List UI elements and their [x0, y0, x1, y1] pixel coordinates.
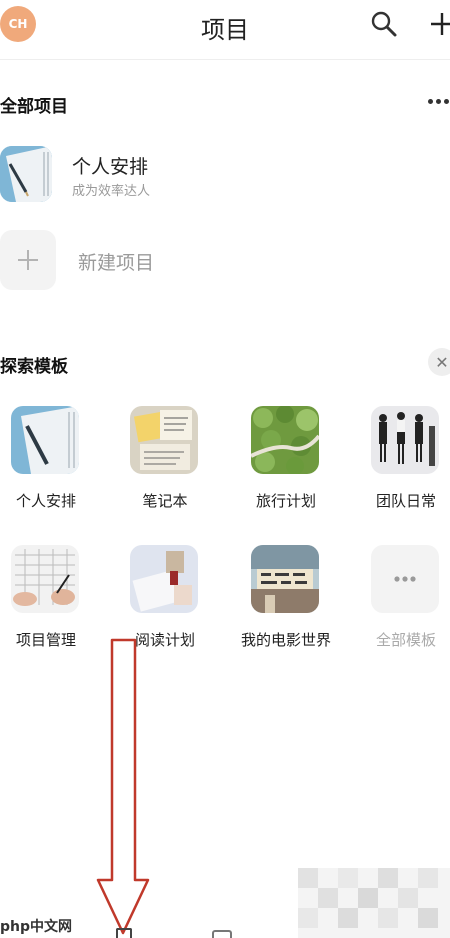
new-project-button[interactable]: 新建项目 — [0, 230, 450, 290]
book-image — [130, 545, 198, 613]
calendar-hands-image — [11, 545, 79, 613]
all-templates-button[interactable]: 全部模板 — [356, 545, 450, 665]
add-project-button[interactable] — [430, 8, 450, 38]
template-item[interactable]: 个人安排 — [0, 406, 96, 526]
template-item[interactable]: 项目管理 — [0, 545, 96, 665]
project-subtitle: 成为效率达人 — [72, 184, 151, 199]
blurred-area — [298, 868, 450, 938]
cinema-image — [251, 545, 319, 613]
project-item-personal[interactable]: 个人安排 成为效率达人 — [0, 146, 450, 204]
sticky-notes-image — [130, 406, 198, 474]
plus-icon — [0, 230, 56, 290]
template-label: 我的电影世界 — [240, 631, 331, 649]
more-icon — [371, 545, 439, 613]
tab-projects-icon[interactable] — [116, 928, 132, 938]
notebook-pen-image — [0, 146, 52, 202]
template-label: 全部模板 — [375, 631, 436, 649]
new-project-label: 新建项目 — [78, 252, 155, 274]
template-item[interactable]: 阅读计划 — [115, 545, 215, 665]
template-item[interactable]: 团队日常 — [356, 406, 450, 526]
more-icon[interactable] — [428, 96, 450, 106]
project-name: 个人安排 — [72, 156, 149, 178]
tab-folder-icon[interactable] — [212, 930, 232, 938]
template-label: 项目管理 — [15, 631, 76, 649]
watermark: php中文网 — [0, 919, 73, 935]
team-people-image — [371, 406, 439, 474]
template-label: 笔记本 — [142, 492, 188, 510]
close-icon[interactable]: ✕ — [428, 348, 450, 376]
template-item[interactable]: 我的电影世界 — [236, 545, 336, 665]
all-projects-title: 全部项目 — [0, 97, 68, 117]
top-bar: CH 项目 — [0, 0, 450, 60]
search-icon[interactable] — [370, 10, 398, 38]
templates-title: 探索模板 — [0, 357, 68, 377]
template-item[interactable]: 笔记本 — [115, 406, 215, 526]
template-label: 阅读计划 — [134, 631, 195, 649]
template-label: 旅行计划 — [255, 492, 316, 510]
template-label: 团队日常 — [375, 492, 436, 510]
notebook-pen-image — [11, 406, 79, 474]
template-label: 个人安排 — [15, 492, 76, 510]
template-item[interactable]: 旅行计划 — [236, 406, 336, 526]
forest-road-image — [251, 406, 319, 474]
